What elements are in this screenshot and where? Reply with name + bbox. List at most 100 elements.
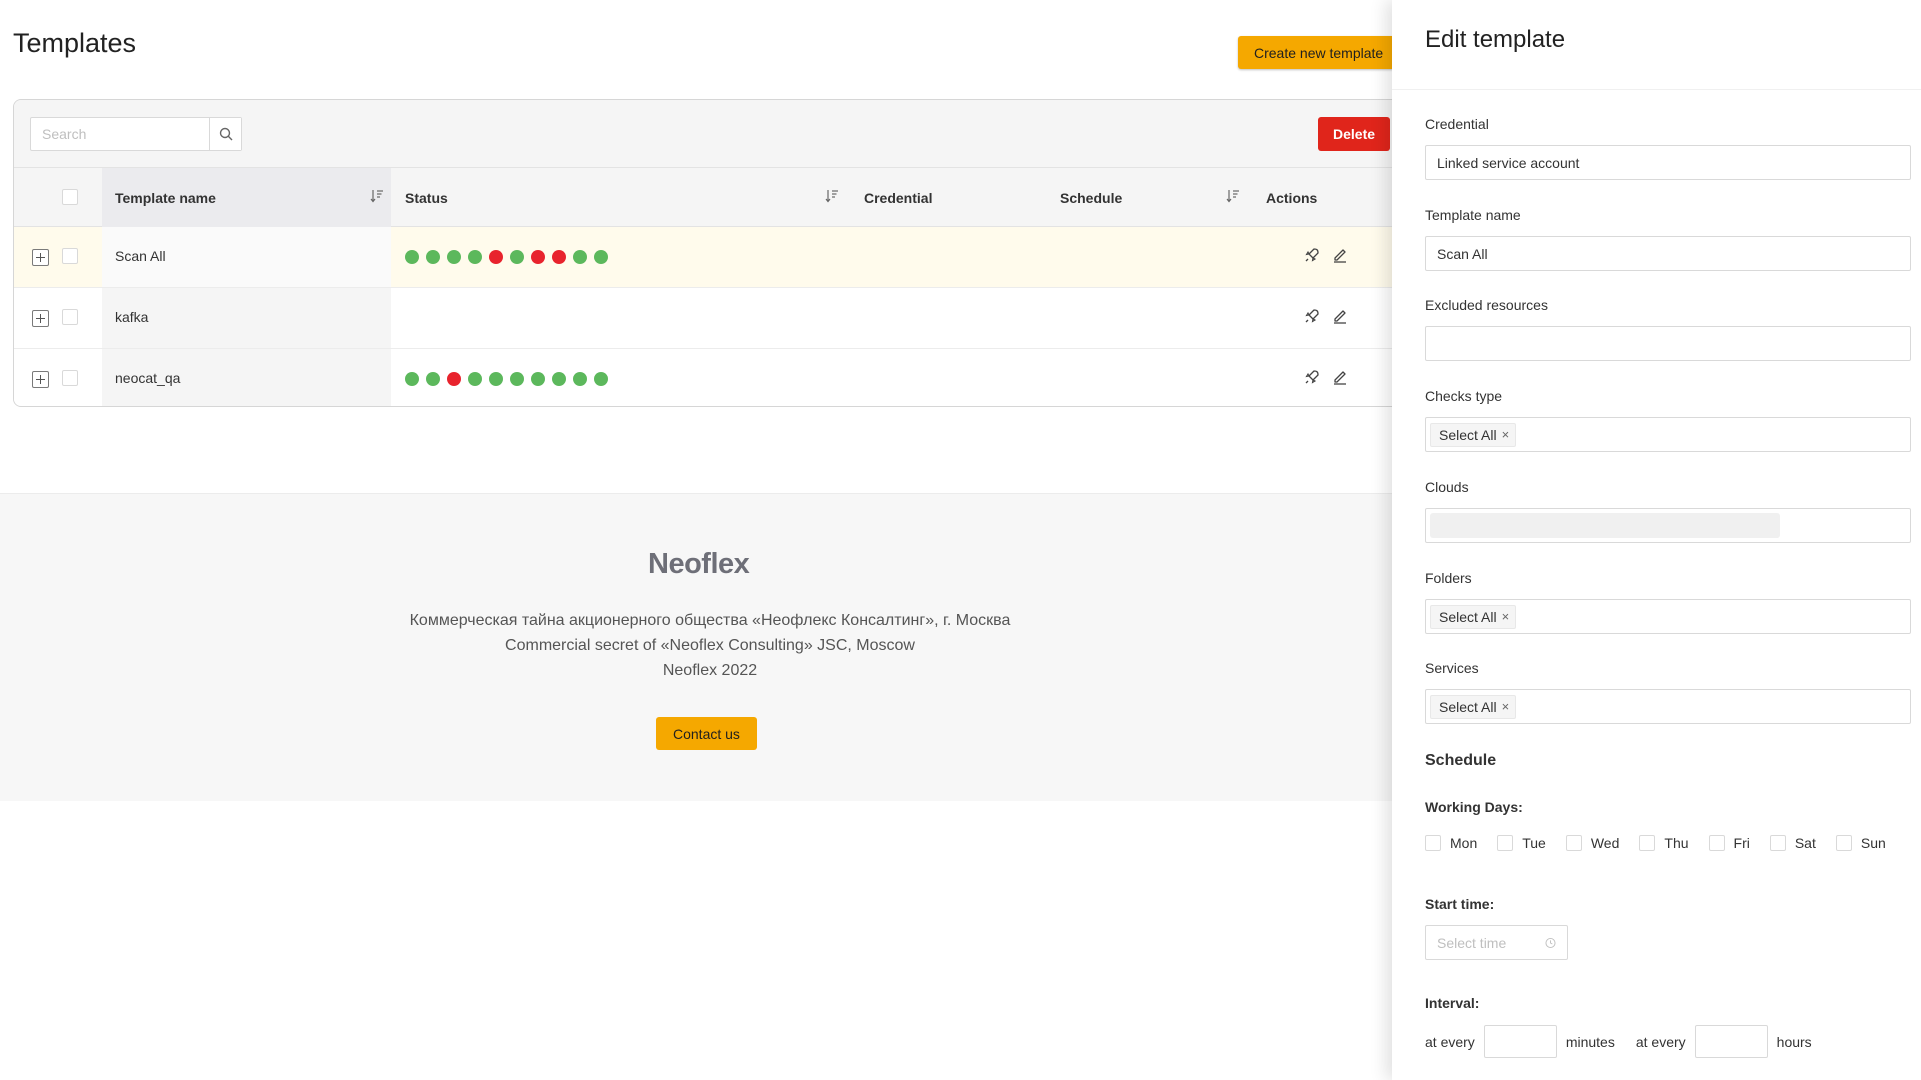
column-header-template-name[interactable]: Template name [115,168,216,227]
start-time-input[interactable] [1437,934,1537,951]
select-all-checkbox[interactable] [62,189,78,205]
close-icon[interactable]: × [1502,427,1510,442]
run-scan-icon[interactable] [1304,369,1320,385]
edit-icon[interactable] [1332,247,1348,263]
template-name-label: Template name [1425,207,1521,223]
day-option[interactable]: Sun [1835,835,1886,851]
template-name-cell: kafka [115,309,149,325]
interval-label: Interval: [1425,995,1480,1011]
working-days-group: Mon Tue Wed Thu Fri Sat Sun [1425,835,1906,851]
day-checkbox[interactable] [1425,835,1441,851]
status-dot-ok [468,372,482,386]
run-scan-icon[interactable] [1304,308,1320,324]
expand-icon[interactable] [32,310,49,327]
sort-icon[interactable] [825,189,839,203]
at-every-label: at every [1425,1033,1475,1050]
status-dot-ok [468,250,482,264]
templates-page: Templates Create new template Delete Tem… [0,0,1433,1080]
tag-label: Select All [1439,426,1497,443]
status-dot-ok [426,372,440,386]
checks-type-tag: Select All × [1430,422,1517,447]
status-dot-ok [405,250,419,264]
edit-template-drawer: Edit template Credential Linked service … [1392,0,1921,1080]
table-row[interactable]: kafka [14,288,1432,349]
interval-row: at every minutes at every hours [1425,1025,1812,1058]
footer-text-en: Commercial secret of «Neoflex Consulting… [505,637,915,654]
page-title: Templates [13,28,137,58]
status-dot-ok [510,250,524,264]
search-input[interactable] [31,118,209,150]
checks-type-select[interactable]: Select All × [1425,417,1911,452]
status-dot-fail [447,372,461,386]
clouds-label: Clouds [1425,479,1469,495]
status-dot-fail [531,250,545,264]
template-name-input[interactable] [1437,245,1899,262]
status-dot-ok [489,372,503,386]
credential-label: Credential [1425,116,1489,132]
status-dots [405,372,608,386]
status-dot-ok [531,372,545,386]
delete-button[interactable]: Delete [1318,117,1391,151]
excluded-resources-field[interactable] [1425,326,1911,361]
day-option[interactable]: Tue [1497,835,1546,851]
sort-icon[interactable] [370,189,384,203]
expand-icon[interactable] [32,249,49,266]
excluded-resources-label: Excluded resources [1425,297,1548,313]
create-template-button[interactable]: Create new template [1238,36,1400,69]
at-every-label: at every [1635,1033,1686,1050]
row-checkbox[interactable] [62,370,78,386]
edit-icon[interactable] [1332,308,1348,324]
run-scan-icon[interactable] [1304,247,1320,263]
day-checkbox[interactable] [1565,835,1582,851]
day-label: Wed [1590,835,1620,851]
day-option[interactable]: Thu [1639,835,1689,851]
day-option[interactable]: Sat [1769,835,1816,851]
status-dots [405,250,608,264]
folders-select[interactable]: Select All × [1425,599,1911,634]
tag-label: Select All [1439,698,1497,715]
start-time-picker[interactable] [1425,925,1568,960]
column-header-schedule[interactable]: Schedule [1060,168,1122,227]
day-option[interactable]: Fri [1708,835,1750,851]
column-header-credential[interactable]: Credential [864,168,932,227]
day-checkbox[interactable] [1835,835,1852,851]
search-button[interactable] [209,118,241,150]
day-label: Mon [1450,835,1478,851]
edit-icon[interactable] [1332,369,1348,385]
table-header: Template name Status Credential Schedule [14,167,1432,227]
table-row[interactable]: Scan All [14,227,1432,288]
credential-select[interactable]: Linked service account [1425,145,1911,180]
clouds-select[interactable] [1425,508,1911,543]
search-icon [219,127,232,141]
day-checkbox[interactable] [1769,835,1786,851]
drawer-title: Edit template [1425,26,1566,53]
templates-table-card: Delete Template name Status Credential [13,99,1433,407]
sort-icon[interactable] [1226,189,1240,203]
expand-icon[interactable] [32,371,49,388]
tag-label: Select All [1439,608,1497,625]
row-checkbox[interactable] [62,309,78,325]
contact-us-button[interactable]: Contact us [656,717,757,750]
row-checkbox[interactable] [62,248,78,264]
status-dot-ok [594,250,608,264]
close-icon[interactable]: × [1502,699,1510,714]
day-label: Fri [1733,835,1750,851]
day-checkbox[interactable] [1639,835,1656,851]
status-dot-ok [573,372,587,386]
minutes-input[interactable] [1483,1025,1557,1058]
close-icon[interactable]: × [1502,609,1510,624]
day-option[interactable]: Wed [1565,835,1620,851]
services-select[interactable]: Select All × [1425,689,1911,724]
column-header-status[interactable]: Status [405,168,448,227]
folders-tag: Select All × [1430,604,1517,629]
day-option[interactable]: Mon [1425,835,1477,851]
day-checkbox[interactable] [1497,835,1514,851]
excluded-resources-input[interactable] [1437,335,1899,352]
template-name-field[interactable] [1425,236,1911,271]
table-row[interactable]: neocat_qa [14,349,1432,406]
services-tag: Select All × [1430,694,1517,719]
start-time-label: Start time: [1425,896,1495,912]
day-checkbox[interactable] [1708,835,1725,851]
hours-input[interactable] [1694,1025,1768,1058]
status-dot-ok [510,372,524,386]
